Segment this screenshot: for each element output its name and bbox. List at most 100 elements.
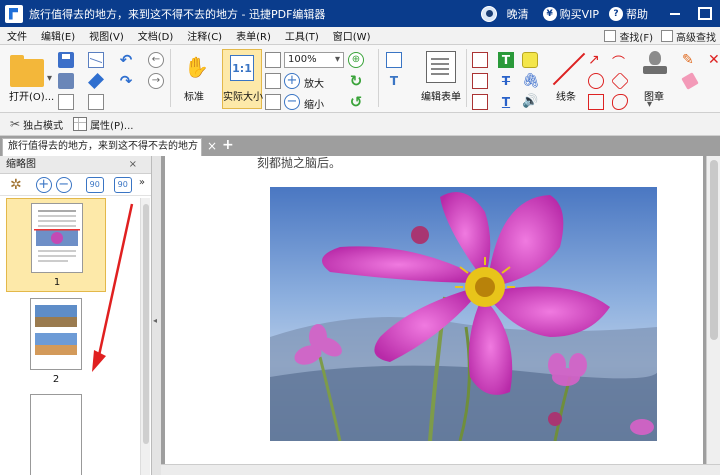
advanced-find-button[interactable]: 高级查找 [661, 29, 716, 44]
strikeout-icon[interactable]: T [498, 73, 514, 89]
menu-tools[interactable]: 工具(T) [278, 28, 326, 43]
separator [466, 49, 467, 107]
ribbon-toolbar: 打开(O)... ▾ ↶ ↷ ← → 标准 1:1 实际大小 100% + 放大… [0, 45, 720, 113]
email-icon[interactable] [88, 52, 104, 68]
properties-button[interactable]: 属性(P)... [73, 117, 133, 132]
enlarge-thumbnail-icon[interactable]: + [35, 176, 52, 193]
measure-tool-icon[interactable]: ✕ [708, 52, 720, 68]
stamp-icon[interactable] [642, 51, 668, 81]
print-icon[interactable] [58, 73, 74, 89]
menu-comment[interactable]: 注释(C) [180, 28, 229, 43]
new-document-icon[interactable] [88, 94, 104, 110]
user-name[interactable]: 晚清 [507, 6, 529, 22]
line-tool-icon[interactable] [552, 51, 586, 85]
menu-document[interactable]: 文档(D) [131, 28, 181, 43]
redo-icon[interactable]: ↷ [118, 73, 134, 89]
callout-icon[interactable] [472, 73, 488, 89]
note-icon[interactable] [522, 52, 538, 68]
shrink-thumbnail-icon[interactable]: − [55, 176, 72, 193]
thumbnail-tools: ✲ + − 90 90 » [0, 174, 151, 196]
text-box-icon[interactable] [472, 52, 488, 68]
cosmos-flower-photo[interactable] [270, 187, 657, 441]
folder-icon [10, 55, 44, 87]
underline-icon[interactable]: T [498, 94, 514, 110]
fit-page-icon[interactable] [265, 52, 281, 68]
add-text-icon[interactable]: T [386, 73, 402, 89]
typewriter-icon[interactable] [472, 94, 488, 110]
pane-splitter[interactable] [152, 156, 161, 475]
menu-window[interactable]: 窗口(W) [326, 28, 378, 43]
rotate-counterclockwise-icon[interactable]: ↺ [348, 94, 364, 110]
close-tab-icon[interactable]: × [207, 139, 217, 153]
cloud-tool-icon[interactable] [612, 94, 628, 110]
open-label[interactable]: 打开(O)... [9, 88, 54, 103]
text-highlight-icon[interactable]: T [498, 52, 514, 68]
exclusive-mode-button[interactable]: ✂ 独占模式 [10, 117, 63, 132]
zoom-in-icon[interactable]: + [284, 73, 300, 89]
standard-label[interactable]: 标准 [184, 88, 204, 103]
eraser-tool-icon[interactable] [681, 72, 699, 90]
undo-icon[interactable]: ↶ [118, 52, 134, 68]
menu-view[interactable]: 视图(V) [82, 28, 131, 43]
line-label[interactable]: 线条 [556, 88, 576, 103]
menu-right-tools: 查找(F) 高级查找 [596, 27, 716, 45]
document-tab-bar: 旅行值得去的地方，来到这不得不去的地方 * × + [0, 136, 720, 156]
zoom-select[interactable]: 100% [284, 52, 344, 68]
save-icon[interactable] [58, 52, 74, 68]
attachment-icon[interactable]: 🖇 [522, 73, 540, 89]
document-tab[interactable]: 旅行值得去的地方，来到这不得不去的地方 * [2, 138, 202, 156]
rotate-clockwise-icon[interactable]: ↻ [348, 73, 364, 89]
document-scrollbar[interactable] [706, 156, 720, 475]
close-pane-icon[interactable]: × [129, 156, 137, 174]
edit-form-icon[interactable] [426, 51, 456, 83]
back-icon[interactable]: ← [148, 52, 164, 68]
zoom-out-label[interactable]: 缩小 [304, 96, 324, 111]
sub-toolbar: ✂ 独占模式 属性(P)... [0, 113, 720, 136]
arrow-tool-icon[interactable]: ↗ [588, 52, 604, 68]
document-icon[interactable] [58, 94, 74, 110]
properties-icon [73, 117, 88, 131]
edit-form-label[interactable]: 编辑表单 [421, 88, 461, 103]
rectangle-tool-icon[interactable] [588, 94, 604, 110]
exclusive-mode-label: 独占模式 [23, 120, 64, 132]
menu-file[interactable]: 文件 [0, 28, 34, 43]
gear-icon[interactable]: ✲ [10, 177, 22, 193]
sound-icon[interactable]: 🔊 [522, 94, 538, 110]
buy-vip-button[interactable]: ¥ 购买VIP [542, 6, 599, 22]
edit-content-icon[interactable] [386, 52, 402, 68]
forward-icon[interactable]: → [148, 73, 164, 89]
ellipse-tool-icon[interactable] [588, 73, 604, 89]
menu-bar: 文件 编辑(E) 视图(V) 文档(D) 注释(C) 表单(R) 工具(T) 窗… [0, 27, 720, 45]
menu-edit[interactable]: 编辑(E) [34, 28, 82, 43]
fit-visible-icon[interactable] [265, 94, 281, 110]
open-dropdown-icon[interactable]: ▾ [47, 73, 52, 84]
maximize-button[interactable] [690, 0, 720, 27]
help-button[interactable]: ? 帮助 [609, 6, 648, 22]
zoom-in-label[interactable]: 放大 [304, 75, 324, 90]
thumbnail-page-3[interactable] [6, 394, 106, 475]
user-avatar[interactable] [480, 5, 497, 22]
polyline-tool-icon[interactable]: ⌒ [612, 52, 628, 71]
minimize-button[interactable] [660, 0, 690, 27]
menu-form[interactable]: 表单(R) [229, 28, 278, 43]
properties-label: 属性(P)... [90, 120, 134, 132]
more-options-icon[interactable]: » [139, 177, 145, 188]
open-button[interactable] [10, 55, 44, 87]
advanced-find-icon [661, 30, 673, 42]
help-label: 帮助 [626, 7, 648, 21]
pencil-tool-icon[interactable]: ✎ [682, 52, 698, 68]
rotate-left-icon[interactable]: 90 [85, 176, 104, 193]
polygon-tool-icon[interactable] [610, 71, 630, 91]
stamp-dropdown-icon[interactable]: ▾ [647, 99, 652, 110]
find-button[interactable]: 查找(F) [604, 29, 653, 44]
zoom-out-icon[interactable]: − [284, 94, 300, 110]
eraser-icon[interactable] [88, 73, 104, 89]
rotate-right-icon[interactable]: 90 [113, 176, 132, 193]
actual-size-label: 实际大小 [223, 92, 263, 103]
add-tab-icon[interactable]: + [222, 137, 234, 153]
document-viewer[interactable]: 刻都抛之脑后。 [161, 156, 720, 475]
thumbnail-scrollbar[interactable] [140, 198, 150, 475]
fit-width-icon[interactable] [265, 73, 281, 89]
hand-tool-icon[interactable] [184, 55, 206, 81]
zoom-tool-icon[interactable]: ⊕ [348, 52, 364, 68]
